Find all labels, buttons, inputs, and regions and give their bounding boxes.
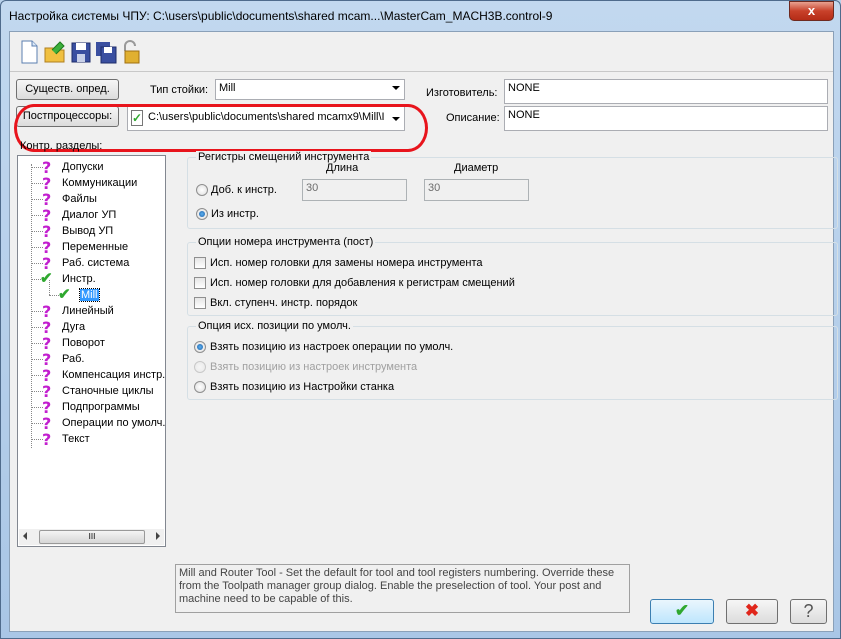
tree-item-label: Диалог УП — [62, 209, 117, 221]
add-to-tool-radio[interactable] — [196, 184, 208, 196]
tree-item[interactable]: ? Операции по умолч. — [18, 414, 166, 433]
option-label: Вкл. ступенч. инстр. порядок — [210, 297, 358, 309]
add-to-tool-label: Доб. к инстр. — [211, 184, 277, 196]
tree-item[interactable]: ? Диалог УП — [18, 206, 166, 225]
defaults-button[interactable]: Существ. опред. — [16, 79, 119, 100]
scroll-left-icon[interactable] — [23, 532, 27, 540]
control-type-label: Тип стойки: — [150, 84, 209, 96]
tree-item[interactable]: ? Поворот — [18, 334, 166, 353]
client-area: Существ. опред. Тип стойки: Mill Изготов… — [9, 31, 838, 632]
length-label: Длина — [326, 162, 359, 174]
offset-registers-group: Регистры смещений инструмента Длина Диам… — [187, 151, 838, 229]
tree-item[interactable]: ? Текст — [18, 430, 166, 449]
manufacturer-input[interactable]: NONE — [504, 79, 828, 104]
dialog-window: Настройка системы ЧПУ: C:\users\public\d… — [0, 0, 841, 639]
tree-item-label: Операции по умолч. — [62, 417, 166, 429]
tree-item-label: Дуга — [62, 321, 86, 333]
tree-item-label: Раб. — [62, 353, 85, 365]
option-label: Взять позицию из настроек операции по ум… — [210, 341, 454, 353]
help-text: Mill and Router Tool - Set the default f… — [175, 564, 630, 613]
window-title: Настройка системы ЧПУ: C:\users\public\d… — [9, 9, 553, 23]
tree-item[interactable]: ? Дуга — [18, 318, 166, 337]
tree-item[interactable]: ✔ Инстр. — [18, 270, 166, 288]
open-folder-icon[interactable] — [44, 40, 66, 64]
checkbox[interactable] — [194, 277, 206, 289]
sections-tree[interactable]: III ? Допуски? Коммуникации? Файлы? Диалог У… — [17, 155, 166, 547]
tree-item[interactable]: ? Допуски — [18, 158, 166, 177]
from-tool-label: Из инстр. — [211, 208, 259, 220]
tree-item[interactable]: ? Файлы — [18, 190, 166, 209]
diameter-input[interactable]: 30 — [424, 179, 529, 201]
tree-item-label: Допуски — [62, 161, 104, 173]
tree-item-label: Станочные циклы — [62, 385, 154, 397]
tree-item-label: Поворот — [62, 337, 105, 349]
tree-item[interactable]: ? Линейный — [18, 302, 166, 321]
option-label: Взять позицию из настроек инструмента — [210, 361, 418, 373]
checkmark-icon: ✔ — [40, 270, 53, 287]
radio[interactable] — [194, 341, 206, 353]
tree-label: Контр. разделы: — [20, 140, 103, 152]
checkbox[interactable] — [194, 257, 206, 269]
group-title: Опция исх. позиции по умолч. — [196, 320, 353, 332]
help-button[interactable]: ? — [790, 599, 827, 624]
chevron-down-icon — [392, 86, 400, 90]
tree-item[interactable]: ? Коммуникации — [18, 174, 166, 193]
tree-item[interactable]: ? Вывод УП — [18, 222, 166, 241]
group-title: Опции номера инструмента (пост) — [196, 236, 376, 248]
tree-item-label: Компенсация инстр. — [62, 369, 166, 381]
checkmark-icon: ✔ — [58, 286, 71, 303]
tree-item-label: Файлы — [62, 193, 97, 205]
option-label: Взять позицию из Настройки станка — [210, 381, 395, 393]
question-mark-icon: ? — [42, 430, 52, 449]
tree-item-label: Подпрограммы — [62, 401, 140, 413]
control-type-select[interactable]: Mill — [215, 79, 405, 100]
scroll-thumb[interactable]: III — [39, 530, 145, 544]
control-type-value: Mill — [219, 82, 236, 94]
save-icon[interactable] — [70, 40, 92, 64]
ok-button[interactable]: ✔ — [650, 599, 714, 624]
tree-item[interactable]: ✔ Mill — [18, 280, 166, 304]
tree-item[interactable]: ? Раб. — [18, 350, 166, 369]
tree-item-label: Раб. система — [62, 257, 130, 269]
scroll-right-icon[interactable] — [156, 532, 160, 540]
tree-item-label: Линейный — [62, 305, 114, 317]
tree-item[interactable]: ? Переменные — [18, 238, 166, 257]
home-position-group: Опция исх. позиции по умолч. Взять позиц… — [187, 320, 838, 400]
diameter-label: Диаметр — [454, 162, 499, 174]
toolbar — [10, 32, 833, 72]
cancel-button[interactable]: ✖ — [726, 599, 778, 624]
tree-item-label: Переменные — [62, 241, 129, 253]
tree-item-label: Инстр. — [62, 273, 96, 285]
tree-connector — [49, 280, 50, 295]
tree-item-label: Текст — [62, 433, 90, 445]
radio[interactable] — [194, 381, 206, 393]
unlock-icon[interactable] — [120, 40, 142, 64]
tool-number-group: Опции номера инструмента (пост) Исп. ном… — [187, 236, 838, 316]
close-button[interactable]: x — [789, 1, 834, 21]
radio — [194, 361, 206, 373]
length-input[interactable]: 30 — [302, 179, 407, 201]
new-file-icon[interactable] — [18, 40, 40, 64]
manufacturer-label: Изготовитель: — [426, 87, 498, 99]
tree-item[interactable]: ? Станочные циклы — [18, 382, 166, 401]
description-label: Описание: — [446, 112, 500, 124]
tree-item-label: Вывод УП — [62, 225, 114, 237]
tree-item-label: Коммуникации — [62, 177, 138, 189]
tree-item-label: Mill — [79, 288, 100, 302]
tree-item[interactable]: ? Подпрограммы — [18, 398, 166, 417]
horizontal-scrollbar[interactable]: III — [19, 529, 164, 545]
tree-item[interactable]: ? Компенсация инстр. — [18, 366, 166, 385]
option-label: Исп. номер головки для замены номера инс… — [210, 257, 483, 269]
from-tool-radio[interactable] — [196, 208, 208, 220]
checkbox[interactable] — [194, 297, 206, 309]
save-as-icon[interactable] — [95, 40, 117, 64]
option-label: Исп. номер головки для добавления к реги… — [210, 277, 515, 289]
description-input[interactable]: NONE — [504, 106, 828, 131]
